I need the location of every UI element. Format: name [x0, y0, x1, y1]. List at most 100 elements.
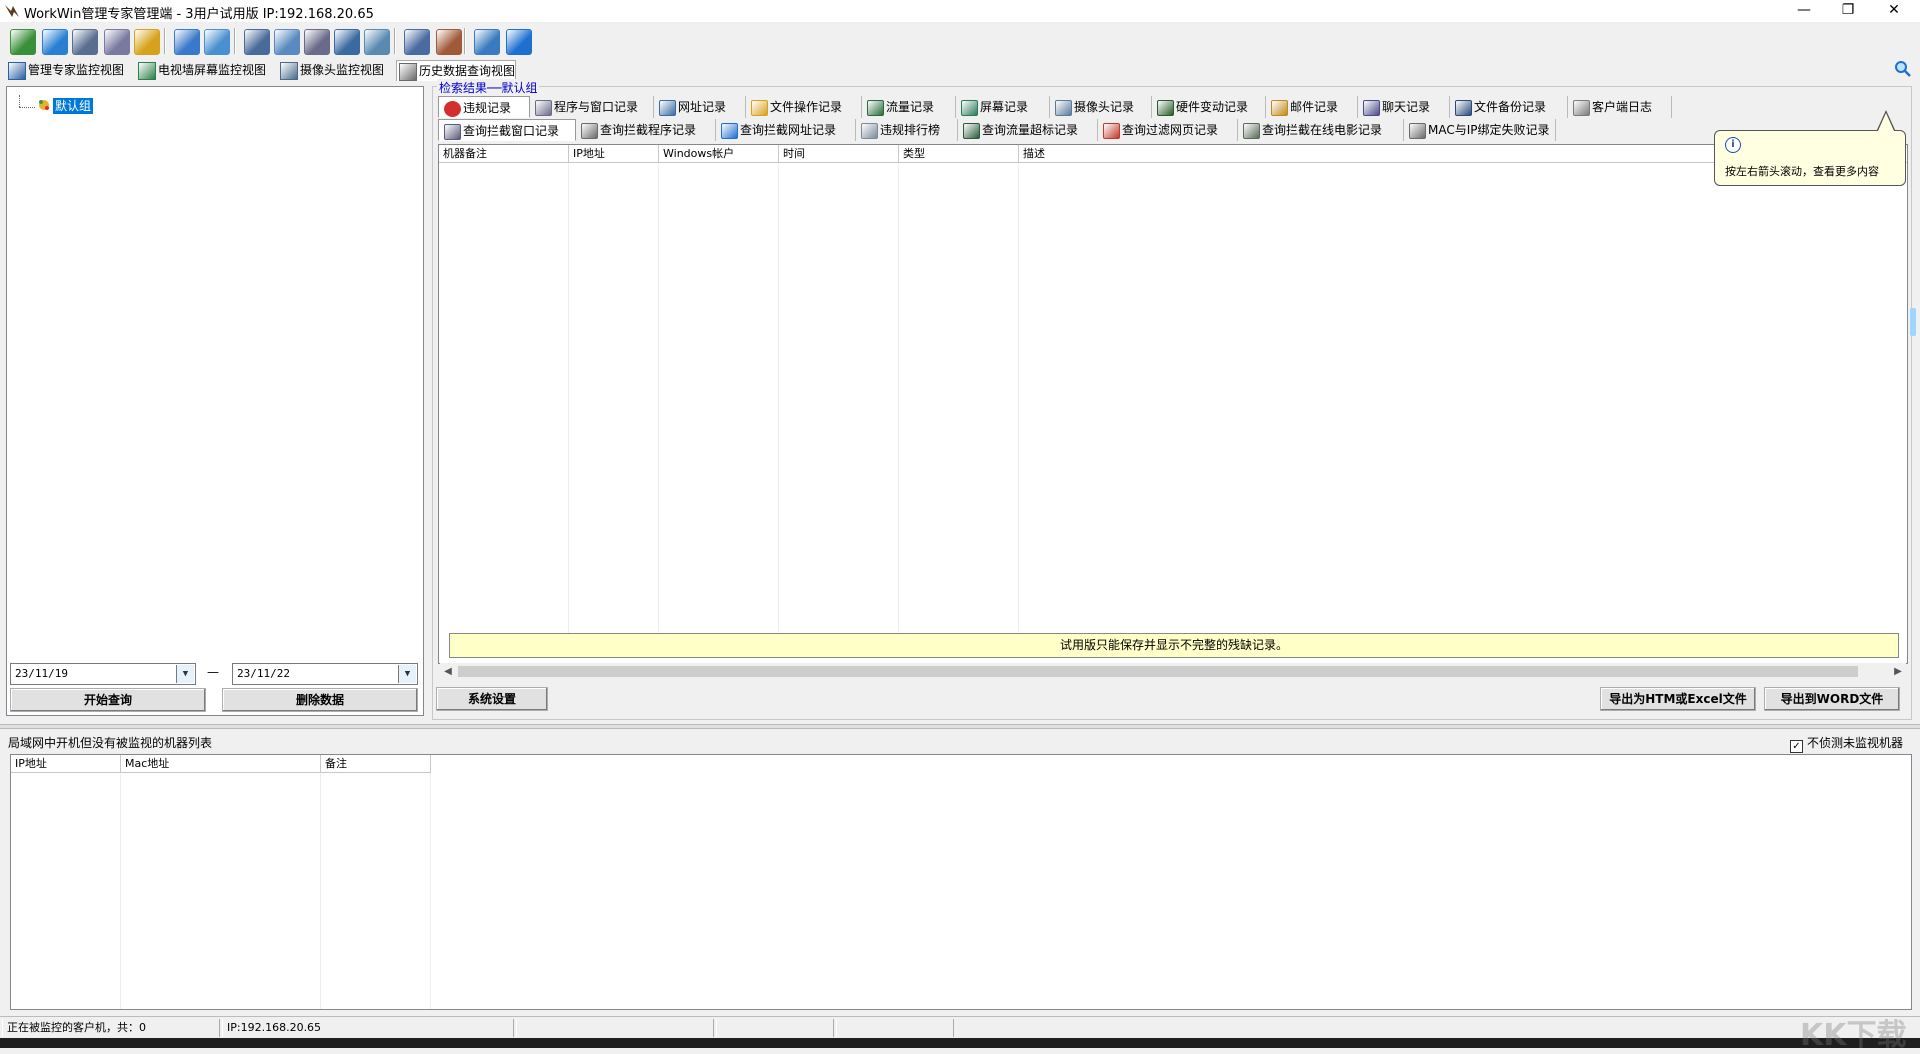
column-divider: [320, 773, 321, 1009]
group-tree[interactable]: 默认组: [6, 86, 424, 716]
start-date-picker[interactable]: 23/11/19 ▼: [10, 663, 196, 685]
group-icon: [39, 100, 49, 110]
record-tab-program-window[interactable]: 程序与窗口记录: [530, 96, 654, 118]
minimize-button[interactable]: —: [1782, 0, 1826, 22]
column-header[interactable]: Mac地址: [121, 755, 321, 773]
mail-icon[interactable]: [104, 29, 130, 55]
status-cell-empty: [716, 1019, 834, 1037]
view-tab-4[interactable]: 历史数据查询视图: [396, 60, 517, 81]
status-cell-empty: [836, 1019, 954, 1037]
record-tab-mac-ip[interactable]: MAC与IP绑定失败记录: [1404, 119, 1556, 141]
record-tab-camera-record[interactable]: 摄像头记录: [1050, 96, 1152, 118]
close-button[interactable]: ✕: [1872, 0, 1916, 22]
network-icon[interactable]: [174, 29, 200, 55]
url-icon: [659, 100, 676, 116]
record-tab-label: 查询拦截窗口记录: [463, 124, 560, 138]
tree-node-default-group[interactable]: 默认组: [53, 98, 94, 114]
view-tab-1[interactable]: 管理专家监控视图: [6, 60, 124, 80]
record-tab-label: 违规记录: [463, 101, 512, 115]
records-grid[interactable]: 机器备注 IP地址 Windows帐户 时间 类型 描述: [438, 144, 1908, 664]
tooltip-tail-fill: [1878, 113, 1894, 131]
record-tab-label: 屏幕记录: [980, 100, 1029, 114]
delete-data-button[interactable]: 删除数据: [222, 688, 418, 712]
scroll-right-icon[interactable]: ▶: [1890, 663, 1906, 680]
record-tab-chat[interactable]: 聊天记录: [1358, 96, 1450, 118]
chevron-down-icon[interactable]: ▼: [176, 665, 194, 683]
unmonitored-machines-grid[interactable]: IP地址 Mac地址 备注: [10, 754, 1912, 1010]
export-html-excel-button[interactable]: 导出为HTM或Excel文件: [1600, 687, 1756, 711]
record-tab-traffic[interactable]: 流量记录: [862, 96, 956, 118]
column-header[interactable]: 时间: [779, 145, 899, 163]
client-log-icon: [1573, 100, 1590, 116]
record-tab-file-operation[interactable]: 文件操作记录: [746, 96, 862, 118]
scroll-left-icon[interactable]: ◀: [440, 663, 456, 680]
document-search-icon[interactable]: [304, 29, 330, 55]
scroll-thumb[interactable]: [458, 666, 1858, 677]
users-icon[interactable]: [134, 29, 160, 55]
screen-settings-icon[interactable]: [72, 29, 98, 55]
side-handle[interactable]: [1910, 308, 1916, 336]
no-detect-checkbox[interactable]: ✓ 不侦测未监视机器: [1790, 734, 1903, 753]
record-tab-ranking[interactable]: 违规排行榜: [856, 119, 958, 141]
mail-record-icon: [1271, 100, 1288, 116]
record-tab-traffic-exceed[interactable]: 查询流量超标记录: [958, 119, 1098, 141]
help-icon[interactable]: [506, 29, 532, 55]
record-tab-screen-record[interactable]: 屏幕记录: [956, 96, 1050, 118]
record-tab-filtered-page[interactable]: 查询过滤网页记录: [1098, 119, 1238, 141]
horizontal-scrollbar[interactable]: ◀ ▶: [440, 663, 1906, 680]
disc-icon[interactable]: [364, 29, 390, 55]
record-tab-label: 硬件变动记录: [1176, 100, 1249, 114]
export-word-button[interactable]: 导出到WORD文件: [1764, 687, 1900, 711]
record-tab-label: 摄像头记录: [1074, 100, 1135, 114]
usb-icon[interactable]: [204, 29, 230, 55]
view-tab-2[interactable]: 电视墙屏幕监控视图: [136, 60, 266, 80]
monitor-stack-icon[interactable]: [10, 29, 36, 55]
record-tab-blocked-program[interactable]: 查询拦截程序记录: [576, 119, 716, 141]
view-tab-3[interactable]: 摄像头监控视图: [278, 60, 384, 80]
column-header[interactable]: 类型: [899, 145, 1019, 163]
send-icon[interactable]: [274, 29, 300, 55]
blocked-program-icon: [581, 123, 598, 139]
panel-splitter[interactable]: [0, 724, 1920, 729]
record-tab-label: 程序与窗口记录: [554, 100, 639, 114]
column-header[interactable]: 备注: [321, 755, 431, 773]
column-header[interactable]: IP地址: [569, 145, 659, 163]
column-header[interactable]: 机器备注: [439, 145, 569, 163]
column-divider: [120, 773, 121, 1009]
record-tab-client-log[interactable]: 客户端日志: [1568, 96, 1672, 118]
search-icon[interactable]: [1894, 60, 1912, 78]
history-icon: [399, 63, 417, 81]
keyboard-icon[interactable]: [474, 29, 500, 55]
screen-record-icon: [961, 100, 978, 116]
violation-icon: [444, 101, 461, 117]
record-tab-blocked-url[interactable]: 查询拦截网址记录: [716, 119, 856, 141]
restore-button[interactable]: ❐: [1826, 0, 1870, 22]
checkbox-checked-icon[interactable]: ✓: [1790, 740, 1803, 753]
view-tab-bar: 管理专家监控视图 电视墙屏幕监控视图 摄像头监控视图 历史数据查询视图: [0, 58, 1920, 82]
view-tab-label: 管理专家监控视图: [28, 63, 125, 77]
end-date-picker[interactable]: 23/11/22 ▼: [232, 663, 418, 685]
record-tab-file-backup[interactable]: 文件备份记录: [1450, 96, 1568, 118]
record-tab-violation[interactable]: 违规记录: [438, 96, 530, 118]
column-header[interactable]: IP地址: [11, 755, 121, 773]
mac-ip-icon: [1409, 123, 1426, 139]
record-tab-hardware[interactable]: 硬件变动记录: [1152, 96, 1266, 118]
record-tab-blocked-window[interactable]: 查询拦截窗口记录: [438, 119, 576, 141]
list-view-icon[interactable]: [404, 29, 430, 55]
traffic-icon: [867, 100, 884, 116]
record-tab-mail-record[interactable]: 邮件记录: [1266, 96, 1358, 118]
chevron-down-icon[interactable]: ▼: [398, 665, 416, 683]
camera-record-icon: [1055, 100, 1072, 116]
globe-icon[interactable]: [42, 29, 68, 55]
record-tab-blocked-movie[interactable]: 查询拦截在线电影记录: [1238, 119, 1404, 141]
copy-windows-icon[interactable]: [334, 29, 360, 55]
filtered-page-icon: [1103, 123, 1120, 139]
remote-screen-icon[interactable]: [244, 29, 270, 55]
view-tab-label: 电视墙屏幕监控视图: [158, 63, 267, 77]
system-settings-button[interactable]: 系统设置: [436, 687, 548, 711]
start-query-button[interactable]: 开始查询: [10, 688, 206, 712]
program-window-icon: [535, 100, 552, 116]
column-header[interactable]: Windows帐户: [659, 145, 779, 163]
report-icon[interactable]: [436, 29, 462, 55]
record-tab-url[interactable]: 网址记录: [654, 96, 746, 118]
